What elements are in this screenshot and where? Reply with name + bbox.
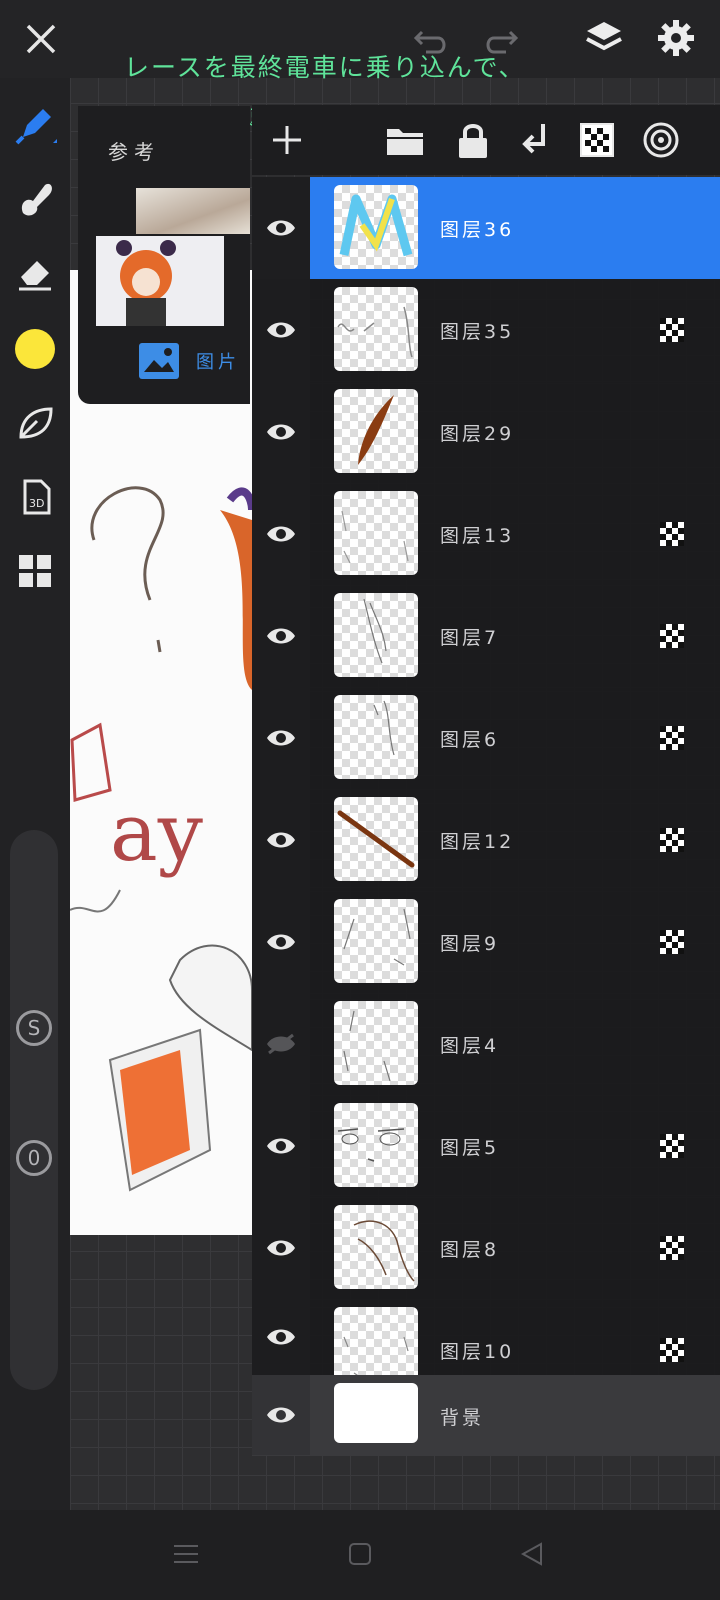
layer-name: 图层6 <box>440 729 500 751</box>
blend-mode-icon[interactable] <box>636 115 686 165</box>
layer-thumbnail <box>334 899 418 983</box>
layer-thumbnail <box>334 797 418 881</box>
clip-mask-icon[interactable] <box>660 1134 684 1158</box>
svg-text:3D: 3D <box>29 497 44 510</box>
visibility-eye-icon[interactable] <box>252 687 310 789</box>
visibility-eye-icon[interactable] <box>252 891 310 993</box>
overlay-caption-line1: レースを最終電車に乗り込んで、 <box>124 53 526 82</box>
clip-mask-icon[interactable] <box>660 318 684 342</box>
reference-title: 参考 <box>108 140 160 164</box>
image-label: 图片 <box>196 352 240 373</box>
leaf-icon[interactable] <box>12 400 58 446</box>
image-icon[interactable] <box>138 342 180 380</box>
system-nav-bar <box>0 1510 720 1600</box>
eraser-icon[interactable] <box>12 250 58 296</box>
layer-name: 图层13 <box>440 525 515 547</box>
layer-name: 图层7 <box>440 627 500 649</box>
3d-icon[interactable]: 3D <box>12 474 58 520</box>
layers-icon[interactable] <box>582 16 626 60</box>
home-icon[interactable] <box>344 1538 376 1570</box>
clip-mask-icon[interactable] <box>660 624 684 648</box>
layer-name: 图层5 <box>440 1137 500 1159</box>
layer-name: 图层8 <box>440 1239 500 1261</box>
settings-icon[interactable] <box>654 16 698 60</box>
brush-size-slider[interactable]: S 0 <box>10 830 58 1390</box>
color-swatch[interactable] <box>12 326 58 372</box>
layer-thumbnail <box>334 1103 418 1187</box>
visibility-eye-icon[interactable] <box>252 177 310 279</box>
layer-row[interactable]: 图层8 <box>252 1197 720 1300</box>
layers-panel: 图层36 图层35 图层29 图层13 图层7 图层6 图层12 图层9 图层4… <box>252 105 720 1480</box>
lock-icon[interactable] <box>448 115 498 165</box>
add-layer-icon[interactable] <box>262 115 312 165</box>
artwork-canvas[interactable]: ay <box>70 270 252 1235</box>
visibility-eye-icon[interactable] <box>252 1375 310 1455</box>
visibility-eye-hidden-icon[interactable] <box>252 993 310 1095</box>
visibility-eye-icon[interactable] <box>252 1197 310 1299</box>
layer-thumbnail <box>334 491 418 575</box>
reference-image-2[interactable] <box>96 236 224 326</box>
layer-name: 图层10 <box>440 1341 515 1363</box>
clip-mask-icon[interactable] <box>660 1338 684 1362</box>
layer-row[interactable]: 图层5 <box>252 1095 720 1198</box>
layer-name: 图层36 <box>440 219 515 241</box>
layer-thumbnail <box>334 1001 418 1085</box>
layer-thumbnail <box>334 695 418 779</box>
brush-icon[interactable] <box>12 102 58 148</box>
layer-name: 图层29 <box>440 423 515 445</box>
layer-toolbar <box>252 105 720 175</box>
clip-mask-icon[interactable] <box>660 1236 684 1260</box>
menu-icon[interactable] <box>170 1538 202 1570</box>
visibility-eye-icon[interactable] <box>252 585 310 687</box>
reference-image-1[interactable] <box>136 188 250 234</box>
svg-text:ay: ay <box>110 786 203 879</box>
reference-panel: 参考 图片 <box>78 106 250 404</box>
layer-thumbnail <box>334 185 418 269</box>
layer-thumbnail <box>334 593 418 677</box>
clip-mask-icon[interactable] <box>660 930 684 954</box>
clip-mask-icon[interactable] <box>660 522 684 546</box>
layer-name: 图层35 <box>440 321 515 343</box>
merge-down-icon[interactable] <box>510 115 560 165</box>
grid-icon[interactable] <box>12 548 58 594</box>
clip-mask-icon[interactable] <box>660 726 684 750</box>
close-icon[interactable] <box>20 18 62 60</box>
folder-icon[interactable] <box>380 115 430 165</box>
visibility-eye-icon[interactable] <box>252 789 310 891</box>
layer-row[interactable]: 图层7 <box>252 585 720 688</box>
clip-mask-icon[interactable] <box>660 828 684 852</box>
layer-thumbnail <box>334 1307 418 1375</box>
layer-thumbnail <box>334 1383 418 1443</box>
layer-row[interactable]: 图层9 <box>252 891 720 994</box>
layer-row[interactable]: 图层13 <box>252 483 720 586</box>
layer-row[interactable]: 图层36 <box>252 177 720 280</box>
visibility-eye-icon[interactable] <box>252 1299 310 1375</box>
layer-name: 图层4 <box>440 1035 500 1057</box>
back-icon[interactable] <box>516 1538 548 1570</box>
layer-name: 图层9 <box>440 933 500 955</box>
visibility-eye-icon[interactable] <box>252 279 310 381</box>
visibility-eye-icon[interactable] <box>252 1095 310 1197</box>
layer-row[interactable]: 图层4 <box>252 993 720 1096</box>
visibility-eye-icon[interactable] <box>252 381 310 483</box>
layer-thumbnail <box>334 287 418 371</box>
s-button[interactable]: S <box>16 1010 52 1046</box>
layer-name: 背景 <box>440 1407 485 1429</box>
visibility-eye-icon[interactable] <box>252 483 310 585</box>
layer-row[interactable]: 图层12 <box>252 789 720 892</box>
clip-mask-icon[interactable] <box>572 115 622 165</box>
smudge-icon[interactable] <box>12 176 58 222</box>
layer-row[interactable]: 图层10 <box>252 1299 720 1376</box>
layer-row[interactable]: 图层29 <box>252 381 720 484</box>
layer-thumbnail <box>334 1205 418 1289</box>
background-layer-row[interactable]: 背景 <box>252 1375 720 1456</box>
layer-name: 图层12 <box>440 831 515 853</box>
layer-row[interactable]: 图层35 <box>252 279 720 382</box>
layer-thumbnail <box>334 389 418 473</box>
layer-row[interactable]: 图层6 <box>252 687 720 790</box>
zero-button[interactable]: 0 <box>16 1140 52 1176</box>
